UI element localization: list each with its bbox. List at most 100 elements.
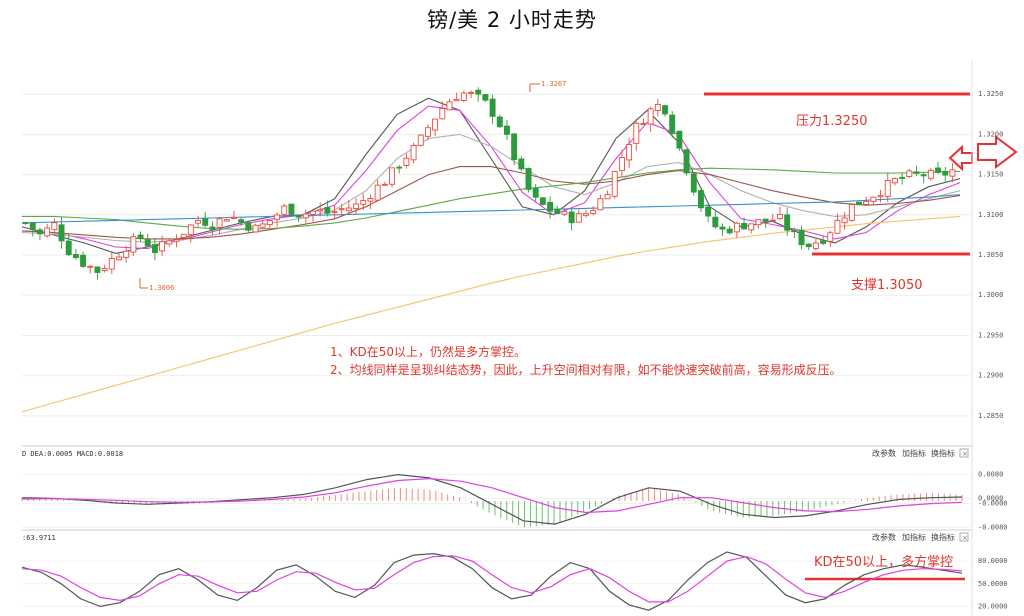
candle-body [202,218,209,226]
candle-body [324,207,331,214]
candle-body [683,149,690,174]
macd-histogram [21,487,963,528]
candle-body [618,157,625,172]
candle-body [748,223,755,231]
arrow-icon [948,135,1018,172]
candle-body [503,125,510,135]
candle-body [58,224,65,242]
candle-body [690,173,697,193]
candle-body [137,234,144,239]
candle-body [281,205,288,215]
low-marker: 1.3006 [139,278,174,292]
kd-tick-label: 20.0000 [978,602,1008,610]
support-label: 支撑1.3050 [851,278,923,293]
price-tick-label: 1.3250 [978,90,1003,98]
candle-body [302,213,309,219]
candle-body [123,250,130,258]
candle-body [755,218,762,226]
candle-body [367,197,374,202]
candle-body [942,171,949,176]
candle-body [295,214,302,218]
macd-indicator-label: D DEA:0.0005 MACD:0.0018 [22,450,123,458]
candle-body [29,222,36,230]
macd-line [21,473,963,525]
candle-body [726,228,733,234]
candle-body [338,208,345,211]
macd-switch-indicator-button[interactable]: 换指标 [931,448,955,458]
candle-body [460,92,467,101]
candle-body [317,209,324,212]
kd-params-button[interactable]: 改参数 [872,532,896,542]
macd-tick-label: 0.0080 [978,471,1003,479]
candle-body [949,169,956,177]
candle-body [216,218,223,228]
candle-body [676,130,683,149]
candle-body [583,213,589,216]
candle-body [468,91,475,94]
candle-body [417,134,424,146]
candle-body [762,218,769,223]
candle-body [381,183,388,186]
candle-body [733,222,740,233]
candle-body [906,170,913,177]
candle-body [410,145,417,161]
candle-body [841,217,848,224]
candle-body [870,196,877,203]
candle-body [568,211,575,224]
candle-body [439,108,446,120]
candle-body [626,144,633,161]
candle-body [633,122,640,144]
candle-body [827,232,834,242]
candle-body [151,244,158,254]
candle-body [697,190,704,209]
kd-axis: 80.0000 50.0000 20.0000 [978,557,1008,610]
macd-panel: D DEA:0.0005 MACD:0.0018 改参数 加指标 换指标 × 0… [21,448,1008,531]
candle-body [848,204,855,221]
candle-body [575,213,582,223]
candle-body [899,176,906,179]
candle-body [791,230,798,233]
candle-body [166,240,173,245]
close-icon: × [962,450,968,458]
candle-body [424,127,431,137]
candle-body [389,167,395,185]
candle-body [403,157,410,166]
candle-body [108,257,115,270]
low-marker-label: 1.3006 [149,284,174,292]
candle-body [647,108,654,125]
candle-body [654,103,661,111]
candle-body [769,219,776,222]
macd-tick-label: -0.0080 [978,523,1008,531]
candle-body [640,122,647,125]
macd-params-button[interactable]: 改参数 [872,448,896,458]
macd-add-indicator-button[interactable]: 加指标 [902,448,926,458]
candle-body [863,200,870,205]
candle-body [539,197,546,205]
candle-body [496,116,503,128]
candle-body [453,98,460,102]
candle-body [705,206,712,217]
candle-body [266,220,273,225]
candle-body [856,201,862,206]
candle-body [65,240,72,256]
note-line-1: 1、KD在50以上，仍然是多方掌控。 [330,345,527,359]
note-line-2: 2、均线同样是呈现纠结态势，因此，上升空间相对有限，如不能快速突破前高，容易形成… [330,363,842,377]
kd-indicator-label: :63.9711 [22,534,56,542]
candle-body [489,98,496,117]
candle-body [310,210,316,215]
candle-body [877,195,884,198]
candle-body [80,254,87,267]
candle-body [935,167,942,173]
kd-add-indicator-button[interactable]: 加指标 [902,532,926,542]
candle-body [94,266,101,273]
candle-body [525,168,532,190]
candle-body [144,239,151,247]
macd-tick-label: -0.0000 [978,500,1008,508]
candle-body [812,242,819,250]
candle-body [22,222,29,225]
candle-body [511,133,518,160]
kd-switch-indicator-button[interactable]: 换指标 [931,532,955,542]
candle-body [597,198,604,211]
candle-body [590,210,597,214]
candle-body [884,180,891,198]
